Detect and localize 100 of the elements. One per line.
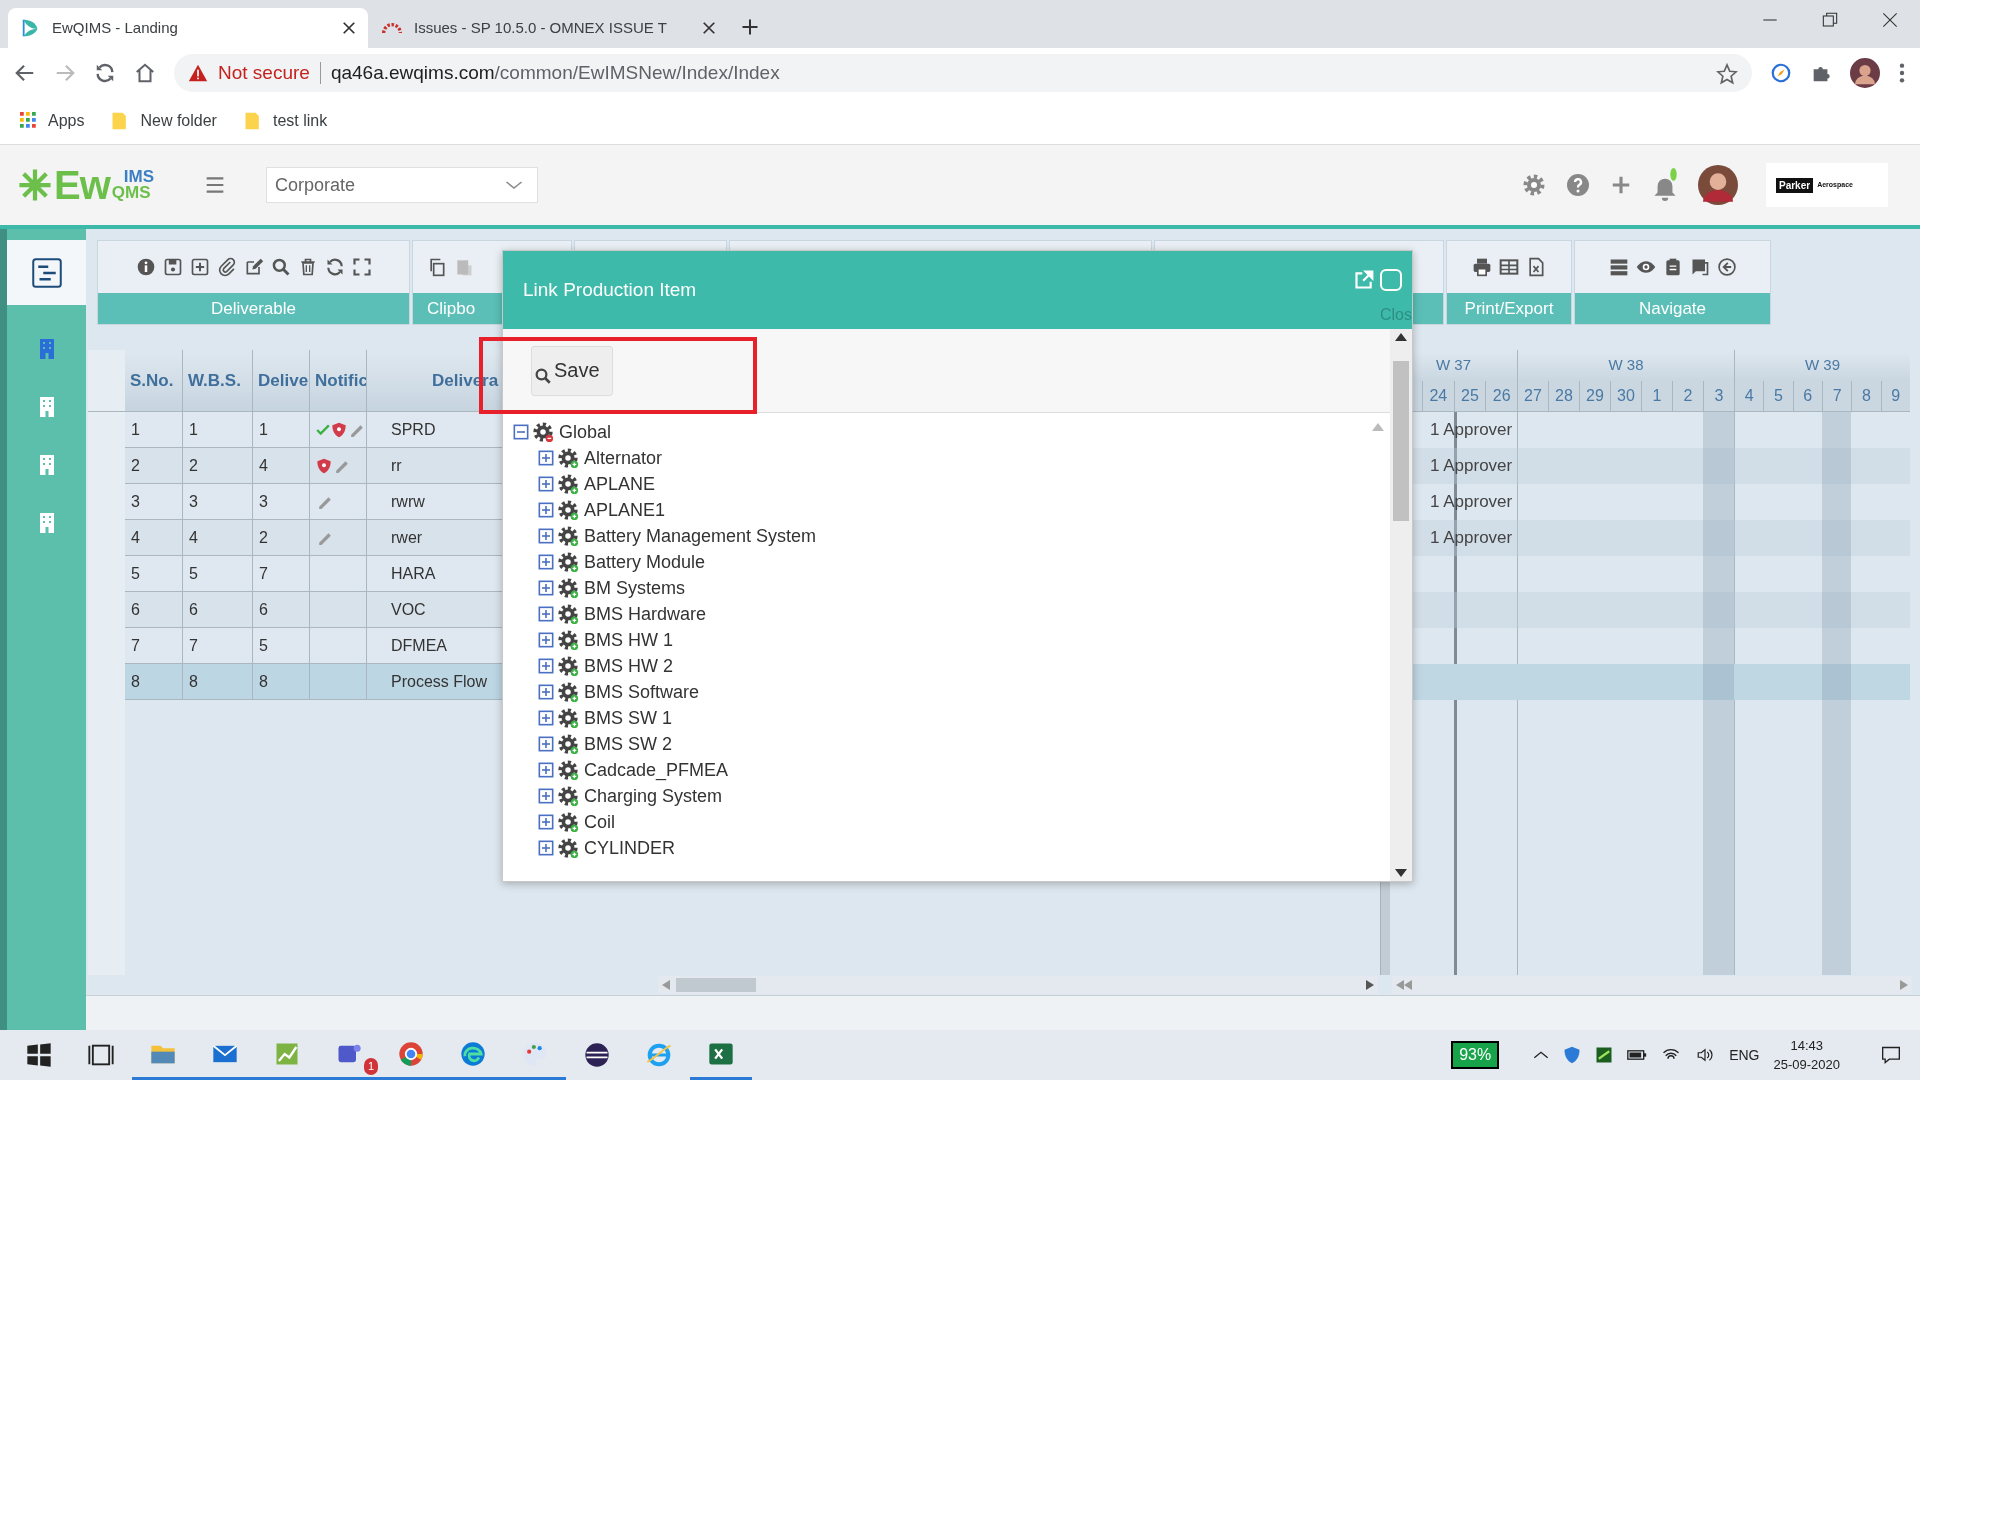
- table-icon[interactable]: [1499, 257, 1519, 277]
- browser-icon[interactable]: [397, 1039, 425, 1068]
- striped-circle-icon[interactable]: [583, 1041, 611, 1069]
- tree-item[interactable]: Battery Management System: [584, 522, 817, 550]
- battery-icon[interactable]: [1627, 1048, 1648, 1062]
- restore-icon[interactable]: [1822, 12, 1838, 28]
- column-header[interactable]: S.No.: [125, 350, 183, 412]
- browser-tab[interactable]: EwQIMS - Landing: [8, 8, 368, 48]
- expand-icon[interactable]: [538, 502, 554, 518]
- fullscreen-icon[interactable]: [351, 257, 372, 277]
- back-icon[interactable]: [1716, 257, 1737, 277]
- expand-icon[interactable]: [538, 788, 554, 804]
- avatar-icon[interactable]: [1850, 58, 1880, 88]
- print-icon[interactable]: [1472, 257, 1492, 277]
- chevron-up-icon[interactable]: [1533, 1050, 1550, 1060]
- avatar-icon[interactable]: [1698, 165, 1738, 205]
- arrow-right-icon[interactable]: [1366, 980, 1374, 990]
- expand-icon[interactable]: [538, 762, 554, 778]
- star-icon[interactable]: [1716, 62, 1738, 85]
- tree-item[interactable]: BMS SW 2: [584, 730, 672, 758]
- expand-icon[interactable]: [538, 554, 554, 570]
- back-icon[interactable]: [14, 62, 36, 84]
- scrollbar-thumb[interactable]: [1393, 361, 1409, 521]
- table-cell: 7: [253, 556, 310, 592]
- save-button[interactable]: Save: [531, 345, 613, 396]
- expand-icon[interactable]: [538, 736, 554, 752]
- bell-icon[interactable]: [1652, 168, 1678, 202]
- tree-item[interactable]: BMS Hardware: [584, 600, 707, 628]
- search-icon[interactable]: [270, 257, 291, 277]
- compass-icon[interactable]: [1770, 62, 1792, 84]
- app-tray-icon[interactable]: [1595, 1046, 1614, 1064]
- expand-icon[interactable]: [538, 710, 554, 726]
- bookmark[interactable]: test link: [242, 109, 328, 133]
- day-header: 4: [1733, 381, 1764, 411]
- logo-text: IMS: [122, 169, 155, 185]
- refresh-icon[interactable]: [324, 257, 345, 277]
- table-cell: 4: [183, 520, 253, 556]
- copy-icon[interactable]: [427, 257, 447, 277]
- expand-icon[interactable]: [538, 658, 554, 674]
- expand-icon[interactable]: [538, 814, 554, 830]
- browser-icon[interactable]: [459, 1039, 487, 1068]
- collapse-icon[interactable]: [513, 424, 529, 440]
- info-icon[interactable]: [135, 257, 156, 277]
- shield-icon[interactable]: [1563, 1046, 1582, 1064]
- scroll-up-icon[interactable]: [1395, 333, 1407, 341]
- tree-item[interactable]: Cadcade_PFMEA: [584, 756, 729, 784]
- brand-name: Parker: [1776, 177, 1814, 193]
- expand-icon[interactable]: [538, 632, 554, 648]
- sidebar-item[interactable]: [7, 240, 86, 305]
- notification-icon[interactable]: [1880, 1045, 1902, 1065]
- day-header: 27: [1516, 381, 1548, 411]
- horizontal-scrollbar[interactable]: [658, 976, 1378, 994]
- scroll-down-icon[interactable]: [1395, 869, 1407, 877]
- group-label: Deliverable: [210, 297, 296, 320]
- tree-item[interactable]: Global: [559, 419, 612, 446]
- clock-time[interactable]: 14:43: [1790, 1036, 1823, 1055]
- menu-icon[interactable]: [1898, 62, 1906, 84]
- reload-icon[interactable]: [94, 62, 116, 84]
- bookmark[interactable]: New folder: [110, 109, 217, 133]
- expand-icon[interactable]: [538, 450, 554, 466]
- vertical-scrollbar[interactable]: [1390, 329, 1412, 881]
- bookmark[interactable]: Apps: [20, 109, 85, 133]
- plus-icon[interactable]: [1610, 174, 1632, 196]
- clock-date[interactable]: 25-09-2020: [1773, 1055, 1840, 1074]
- expand-icon[interactable]: [538, 840, 554, 856]
- paperclip-icon[interactable]: [216, 257, 237, 277]
- expand-icon[interactable]: [538, 684, 554, 700]
- close-icon[interactable]: [1882, 12, 1898, 28]
- table-cell: 1: [125, 412, 183, 448]
- table-cell: 1: [183, 412, 253, 448]
- tree-item[interactable]: CYLINDER: [584, 834, 676, 862]
- expand-icon[interactable]: [538, 528, 554, 544]
- language-indicator[interactable]: ENG: [1729, 1044, 1760, 1066]
- list-icon[interactable]: [1608, 257, 1629, 277]
- scrollbar-thumb[interactable]: [676, 978, 756, 992]
- home-icon[interactable]: [134, 62, 156, 84]
- help-icon[interactable]: [1566, 173, 1590, 197]
- search-icon: [534, 366, 552, 385]
- speaker-icon[interactable]: [1695, 1046, 1716, 1064]
- column-header[interactable]: Delive: [253, 350, 310, 412]
- close-icon[interactable]: [702, 21, 716, 35]
- expand-icon[interactable]: [538, 606, 554, 622]
- add-icon[interactable]: [189, 257, 210, 277]
- browser-tab[interactable]: Issues - SP 10.5.0 - OMNEX ISSUE T: [368, 8, 728, 48]
- table-cell: 5: [253, 628, 310, 664]
- save-icon[interactable]: [162, 257, 183, 277]
- comment-icon[interactable]: [1689, 257, 1710, 277]
- settings-icon[interactable]: [1522, 173, 1546, 197]
- spreadsheet-file-icon[interactable]: [1526, 257, 1546, 277]
- tree-item[interactable]: BMS SW 1: [584, 704, 672, 732]
- expand-icon[interactable]: [538, 476, 554, 492]
- windows-icon[interactable]: [25, 1041, 53, 1069]
- tree-item[interactable]: BMS HW 1: [584, 626, 673, 654]
- tree-item[interactable]: Charging System: [584, 782, 723, 810]
- site-dropdown[interactable]: Corporate: [266, 167, 539, 203]
- column-header[interactable]: W.B.S.: [183, 350, 253, 412]
- close-icon[interactable]: [342, 21, 356, 35]
- expand-icon[interactable]: [538, 580, 554, 596]
- tree-item[interactable]: Coil: [584, 808, 615, 836]
- address-field[interactable]: Not secure qa46a.ewqims.com/common/EwIMSNew/Index/Index: [174, 54, 1752, 92]
